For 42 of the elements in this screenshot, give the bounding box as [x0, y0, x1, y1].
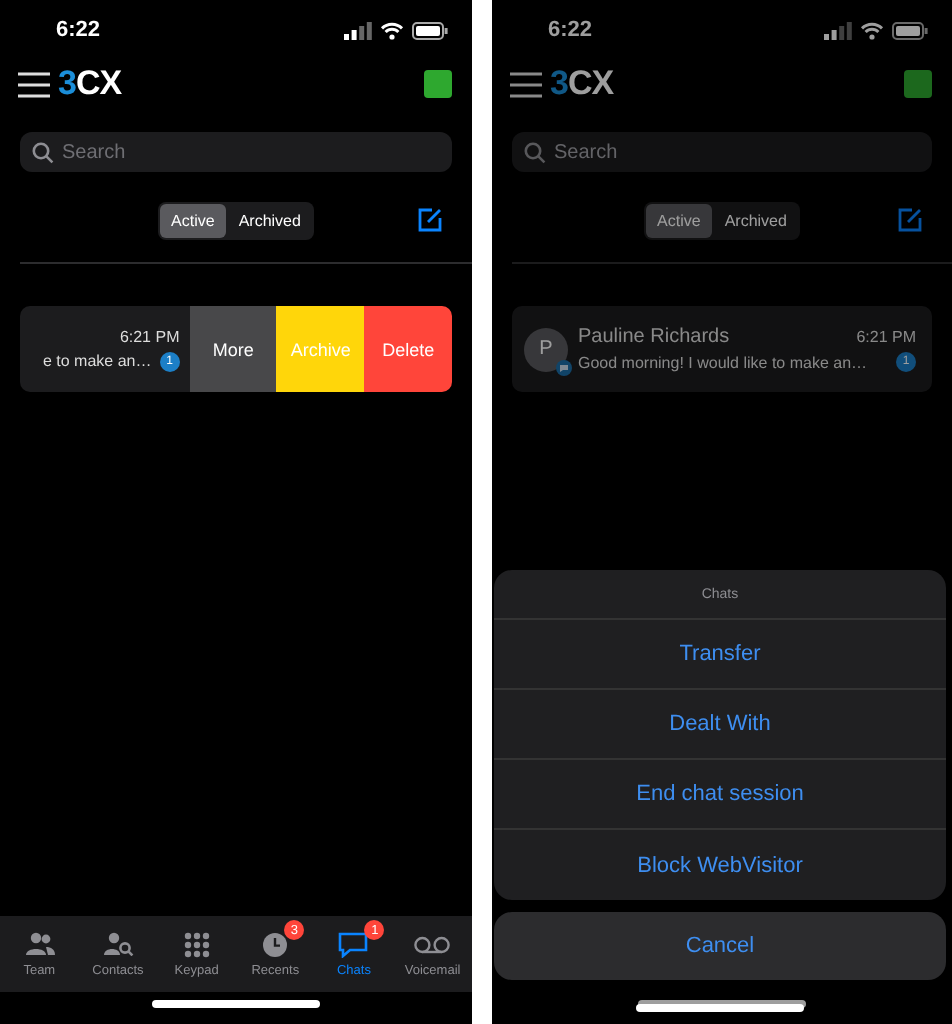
message-preview: Good morning! I would like to make an…: [578, 353, 868, 371]
contact-name: Pauline Richards: [578, 326, 730, 348]
compose-icon[interactable]: [898, 208, 922, 232]
swipe-action-button[interactable]: More: [189, 306, 277, 392]
chat-bubble-icon: [556, 359, 572, 375]
search-icon: [32, 141, 54, 163]
cancel-button[interactable]: Cancel: [494, 912, 946, 980]
battery-icon: [412, 21, 448, 39]
signal-icon: [344, 21, 372, 39]
signal-icon: [824, 21, 852, 39]
status-time: 6:22: [56, 18, 101, 42]
swipe-action-button[interactable]: Delete: [364, 306, 452, 392]
chat-bubble-icon: [338, 931, 369, 957]
sheet-action[interactable]: Transfer: [494, 620, 946, 690]
search-field[interactable]: Search: [20, 132, 452, 172]
menu-icon[interactable]: [18, 71, 50, 97]
people-icon: [23, 932, 56, 956]
keypad-icon: [183, 931, 210, 957]
filter-tab[interactable]: Archived: [226, 203, 313, 237]
sheet-action[interactable]: End chat session: [494, 760, 946, 830]
avatar: P: [524, 327, 568, 371]
compose-icon[interactable]: [418, 208, 442, 232]
menu-icon[interactable]: [510, 71, 542, 97]
voicemail-icon: [414, 935, 451, 953]
filter-tab[interactable]: Active: [159, 203, 227, 237]
wifi-icon: [380, 21, 404, 39]
battery-icon: [892, 21, 928, 39]
search-field[interactable]: Search: [512, 132, 932, 172]
chat-time: 6:21 PM: [856, 328, 916, 346]
search-icon: [524, 141, 546, 163]
wifi-icon: [860, 21, 884, 39]
clock-icon: [262, 931, 289, 957]
filter-tab[interactable]: Archived: [712, 203, 799, 237]
sheet-action[interactable]: Dealt With: [494, 690, 946, 760]
filter-tab[interactable]: Active: [645, 203, 713, 237]
status-time: 6:22: [548, 18, 593, 42]
chat-time: 6:21 PM: [119, 327, 180, 345]
contact-search-icon: [101, 932, 134, 956]
sheet-action[interactable]: Block WebVisitor: [494, 830, 946, 900]
logo: 3CX: [550, 64, 614, 104]
logo: 3CX: [58, 64, 122, 104]
message-preview: e to make an…: [42, 352, 152, 370]
